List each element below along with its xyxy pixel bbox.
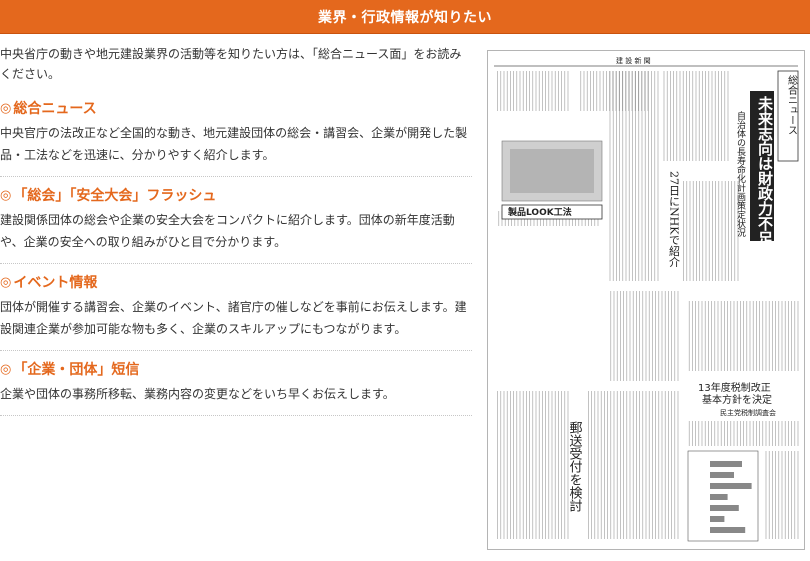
section-heading: ◎ 「企業・団体」短信 <box>0 359 472 379</box>
section-label: 総合ニュース <box>786 74 798 135</box>
nhk-headline: 27日にNHKで紹介 <box>668 171 681 267</box>
chart-bar <box>710 527 746 533</box>
section-heading: ◎ 総合ニュース <box>0 98 472 118</box>
chart-bar <box>710 461 742 467</box>
sub-headline: 自治体の長寿命化計画策定状況 <box>735 110 746 238</box>
tax-headline-1: 13年度税制改正 <box>698 381 771 394</box>
chart-bar <box>710 505 739 511</box>
newspaper-sample-image: 建 設 新 聞 総合ニュース 未来志向は財政力不足 自治体の長寿命化計画策定状況… <box>487 50 805 550</box>
bullet-icon: ◎ <box>0 274 12 290</box>
page-title: 業界・行政情報が知りたい <box>318 9 492 26</box>
newspaper-page: 建 設 新 聞 総合ニュース 未来志向は財政力不足 自治体の長寿命化計画策定状況… <box>488 51 804 549</box>
section-title: 「企業・団体」短信 <box>13 362 140 378</box>
section-text: 建設関係団体の総会や企業の安全大会をコンパクトに紹介します。団体の新年度活動や、… <box>0 213 455 249</box>
section-text: 企業や団体の事務所移転、業務内容の変更などをいち早くお伝えします。 <box>0 387 395 401</box>
chart-bar <box>710 483 752 489</box>
product-look-label: 製品LOOK工法 <box>507 206 572 218</box>
tax-headline-3: 民主党税制調査会 <box>720 408 776 417</box>
content-column: 中央省庁の動きや地元建設業界の活動等を知りたい方は、「総合ニュース面」をお読みく… <box>0 44 472 416</box>
section-title: 総合ニュース <box>13 101 97 117</box>
main-headline: 未来志向は財政力不足 <box>756 95 774 247</box>
intro-text: 中央省庁の動きや地元建設業界の活動等を知りたい方は、「総合ニュース面」をお読みく… <box>0 47 462 81</box>
newspaper-masthead: 建 設 新 聞 <box>616 56 651 65</box>
section-company-briefs: ◎ 「企業・団体」短信 企業や団体の事務所移転、業務内容の変更などをいち早くお伝… <box>0 351 472 416</box>
section-heading: ◎ イベント情報 <box>0 272 472 292</box>
bottom-headline: 郵送受付を検討 <box>567 421 583 512</box>
section-general-news: ◎ 総合ニュース 中央官庁の法改正など全国的な動き、地元建設団体の総会・講習会、… <box>0 90 472 177</box>
chart-bar <box>710 472 734 478</box>
section-title: イベント情報 <box>13 275 98 291</box>
bullet-icon: ◎ <box>0 187 12 203</box>
section-heading: ◎ 「総会」「安全大会」フラッシュ <box>0 185 472 205</box>
bullet-icon: ◎ <box>0 361 12 377</box>
bullet-icon: ◎ <box>0 100 12 116</box>
section-text: 中央官庁の法改正など全国的な動き、地元建設団体の総会・講習会、企業が開発した製品… <box>0 126 468 162</box>
page-banner: 業界・行政情報が知りたい <box>0 0 810 34</box>
section-title: 「総会」「安全大会」フラッシュ <box>13 188 217 204</box>
tax-headline-2: 基本方針を決定 <box>702 393 772 406</box>
chart-bar <box>710 494 728 500</box>
chart-bar <box>710 516 725 522</box>
section-text: 団体が開催する講習会、企業のイベント、諸官庁の催しなどを事前にお伝えします。建設… <box>0 300 467 336</box>
section-event-info: ◎ イベント情報 団体が開催する講習会、企業のイベント、諸官庁の催しなどを事前に… <box>0 264 472 351</box>
section-meeting-flash: ◎ 「総会」「安全大会」フラッシュ 建設関係団体の総会や企業の安全大会をコンパク… <box>0 177 472 264</box>
